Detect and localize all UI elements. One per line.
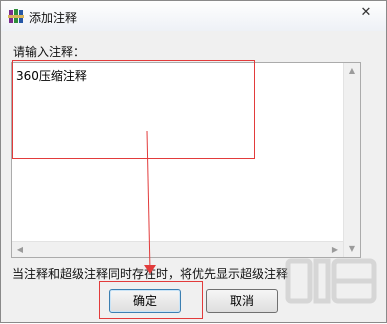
comment-textarea[interactable]: 360压缩注释 ▲ ▼ ◀ ▶ bbox=[11, 62, 361, 258]
add-comment-dialog: 添加注释 ✕ 请输入注释： 360压缩注释 ▲ ▼ ◀ ▶ 当注释和超级注释同时… bbox=[0, 0, 387, 323]
scroll-down-arrow-icon[interactable]: ▼ bbox=[347, 244, 357, 254]
super-comment-notice: 当注释和超级注释同时存在时，将优先显示超级注释 bbox=[12, 267, 289, 281]
comment-text: 360压缩注释 bbox=[16, 69, 87, 83]
close-button[interactable]: ✕ bbox=[353, 3, 379, 23]
cancel-button[interactable]: 取消 bbox=[206, 289, 278, 313]
window-title: 添加注释 bbox=[29, 11, 78, 25]
scroll-right-arrow-icon[interactable]: ▶ bbox=[330, 245, 340, 255]
scroll-left-arrow-icon[interactable]: ◀ bbox=[15, 245, 25, 255]
ok-button[interactable]: 确定 bbox=[109, 289, 181, 313]
vertical-scrollbar[interactable]: ▲ ▼ bbox=[343, 63, 360, 257]
watermark-logo bbox=[285, 258, 377, 304]
scroll-up-arrow-icon[interactable]: ▲ bbox=[347, 66, 357, 76]
close-icon: ✕ bbox=[360, 5, 372, 20]
title-bar[interactable]: 添加注释 ✕ bbox=[1, 1, 386, 31]
comment-prompt-label: 请输入注释： bbox=[13, 45, 86, 59]
winrar-books-icon bbox=[8, 9, 24, 23]
